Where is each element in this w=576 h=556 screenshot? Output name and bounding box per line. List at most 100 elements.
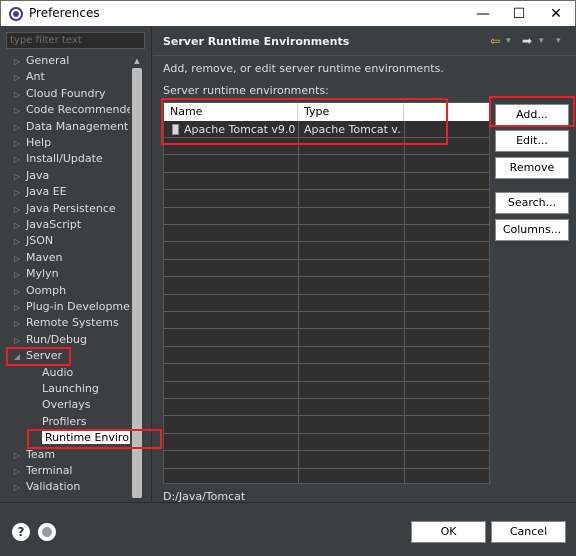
tree-item[interactable]: Overlays (0, 397, 91, 413)
collapsed-arrow-icon[interactable]: ▷ (12, 103, 22, 119)
empty-table-row (164, 399, 489, 417)
import-export-prefs-icon[interactable] (38, 523, 56, 541)
tree-item-label: Run/Debug (26, 332, 87, 346)
column-header-name[interactable]: Name (164, 103, 298, 121)
tree-item[interactable]: ▷ Remote Systems (0, 315, 119, 331)
empty-table-row (164, 417, 489, 434)
ok-button[interactable]: OK (411, 521, 486, 543)
collapsed-arrow-icon[interactable]: ▷ (12, 267, 22, 283)
tree-item[interactable]: ▷ Run/Debug (0, 332, 87, 348)
tree-item-label: Mylyn (26, 267, 59, 281)
tree-item[interactable]: ▷ Install/Update (0, 151, 103, 167)
edit-button[interactable]: Edit... (495, 130, 569, 152)
collapsed-arrow-icon[interactable]: ▷ (12, 54, 22, 70)
empty-table-row (164, 330, 489, 347)
tree-item[interactable]: ▷ Plug-in Development (0, 299, 130, 315)
collapsed-arrow-icon[interactable]: ▷ (12, 185, 22, 201)
tree-item[interactable]: Profilers (0, 414, 86, 430)
empty-table-row (164, 173, 489, 191)
tree-item-label: Remote Systems (26, 316, 119, 330)
back-history-dropdown-icon[interactable]: ▾ (506, 36, 511, 46)
tree-item-label: Profilers (42, 414, 87, 428)
collapsed-arrow-icon[interactable]: ▷ (12, 169, 22, 185)
collapsed-arrow-icon[interactable]: ▷ (12, 152, 22, 168)
tree-item[interactable]: ▷ Mylyn (0, 266, 59, 282)
collapsed-arrow-icon[interactable]: ▷ (12, 70, 22, 86)
tree-item[interactable]: ▷ Team (0, 447, 55, 463)
collapsed-arrow-icon[interactable]: ▷ (12, 480, 22, 496)
empty-table-row (164, 365, 489, 382)
preferences-nav-pane: type filter text ▷ General ▷ Ant ▷ Cloud Foun… (0, 26, 152, 520)
tree-item[interactable]: ▷ Data Management (0, 119, 128, 135)
tree-item[interactable]: ▷ Java (0, 168, 49, 184)
columns-button[interactable]: Columns... (495, 219, 569, 241)
back-arrow-icon[interactable]: ⇦ (490, 34, 500, 48)
collapsed-arrow-icon[interactable]: ▷ (12, 333, 22, 349)
tree-item[interactable]: Runtime Environments (0, 430, 130, 446)
tree-scrollbar[interactable]: ▲ ▼ (130, 54, 144, 520)
window-titlebar: Preferences — ☐ ✕ (0, 0, 576, 26)
runtime-environments-table[interactable]: Name Type Apache Tomcat v9.0 Apache Tomca… (163, 102, 490, 484)
collapsed-arrow-icon[interactable]: ▷ (12, 202, 22, 218)
tree-item[interactable]: ◢ Server (0, 348, 62, 364)
tree-item-label: Plug-in Development (26, 300, 130, 313)
tree-item[interactable]: ▷ Validation (0, 479, 80, 495)
empty-table-row (164, 295, 489, 312)
close-button[interactable]: ✕ (539, 2, 573, 26)
tree-item[interactable]: ▷ Cloud Foundry (0, 86, 106, 102)
tree-item[interactable]: ▷ General (0, 53, 69, 69)
collapsed-arrow-icon[interactable]: ▷ (12, 284, 22, 300)
minimize-button[interactable]: — (466, 2, 500, 26)
view-menu-icon[interactable]: ▾ (556, 36, 561, 46)
tree-item[interactable]: ▷ Java Persistence (0, 201, 116, 217)
collapsed-arrow-icon[interactable]: ▷ (12, 300, 22, 316)
empty-table-row (164, 382, 489, 399)
scrollbar-thumb[interactable] (132, 68, 142, 498)
empty-table-row (164, 225, 489, 243)
collapsed-arrow-icon[interactable]: ▷ (12, 218, 22, 234)
column-header-type[interactable]: Type (298, 103, 404, 121)
tree-item[interactable]: ▷ Terminal (0, 463, 73, 479)
tree-item-label: General (26, 54, 70, 67)
forward-arrow-icon[interactable]: ➡ (522, 34, 532, 48)
maximize-button[interactable]: ☐ (502, 2, 536, 26)
window-title: Preferences (29, 6, 100, 20)
tree-item[interactable]: ▷ Ant (0, 69, 45, 85)
collapsed-arrow-icon[interactable]: ▷ (12, 464, 22, 480)
empty-table-row (164, 469, 489, 483)
search-button[interactable]: Search... (495, 192, 569, 214)
tree-item[interactable]: ▷ Code Recommenders (0, 102, 130, 118)
collapsed-arrow-icon[interactable]: ▷ (12, 120, 22, 136)
tree-item-label: Terminal (26, 464, 73, 477)
tree-item[interactable]: ▷ Maven (0, 250, 63, 267)
tree-item-label: Audio (42, 365, 74, 379)
dialog-footer: ? OK Cancel (0, 502, 576, 556)
empty-table-row (164, 243, 489, 260)
collapsed-arrow-icon[interactable]: ▷ (12, 316, 22, 332)
remove-button[interactable]: Remove (495, 157, 569, 179)
help-icon[interactable]: ? (12, 523, 30, 541)
filter-input[interactable]: type filter text (6, 32, 145, 49)
collapsed-arrow-icon[interactable]: ▷ (12, 251, 22, 267)
tree-item[interactable]: ▷ JavaScript (0, 217, 81, 233)
tree-item[interactable]: ▷ JSON (0, 233, 53, 249)
tree-item-label: Help (26, 136, 52, 149)
cancel-button[interactable]: Cancel (491, 521, 566, 543)
table-row[interactable]: Apache Tomcat v9.0 Apache Tomcat v... (164, 121, 489, 138)
forward-history-dropdown-icon[interactable]: ▾ (539, 36, 544, 46)
scroll-up-arrow-icon[interactable]: ▲ (132, 56, 142, 66)
runtime-name-text: Apache Tomcat v9.0 (184, 123, 296, 136)
collapsed-arrow-icon[interactable]: ▷ (12, 448, 22, 464)
tree-item[interactable]: ▷ Java EE (0, 184, 67, 200)
add-button[interactable]: Add... (495, 104, 569, 126)
collapsed-arrow-icon[interactable]: ▷ (12, 87, 22, 103)
page-title: Server Runtime Environments (163, 35, 350, 48)
tree-item[interactable]: ▷ Help (0, 135, 51, 151)
tree-item[interactable]: Launching (0, 381, 99, 397)
tree-item[interactable]: ▷ Oomph (0, 283, 66, 299)
expanded-arrow-icon[interactable]: ◢ (12, 349, 22, 365)
collapsed-arrow-icon[interactable]: ▷ (12, 136, 22, 152)
tree-item-label: Server (26, 349, 63, 363)
tree-item[interactable]: Audio (0, 365, 73, 381)
collapsed-arrow-icon[interactable]: ▷ (12, 234, 22, 250)
